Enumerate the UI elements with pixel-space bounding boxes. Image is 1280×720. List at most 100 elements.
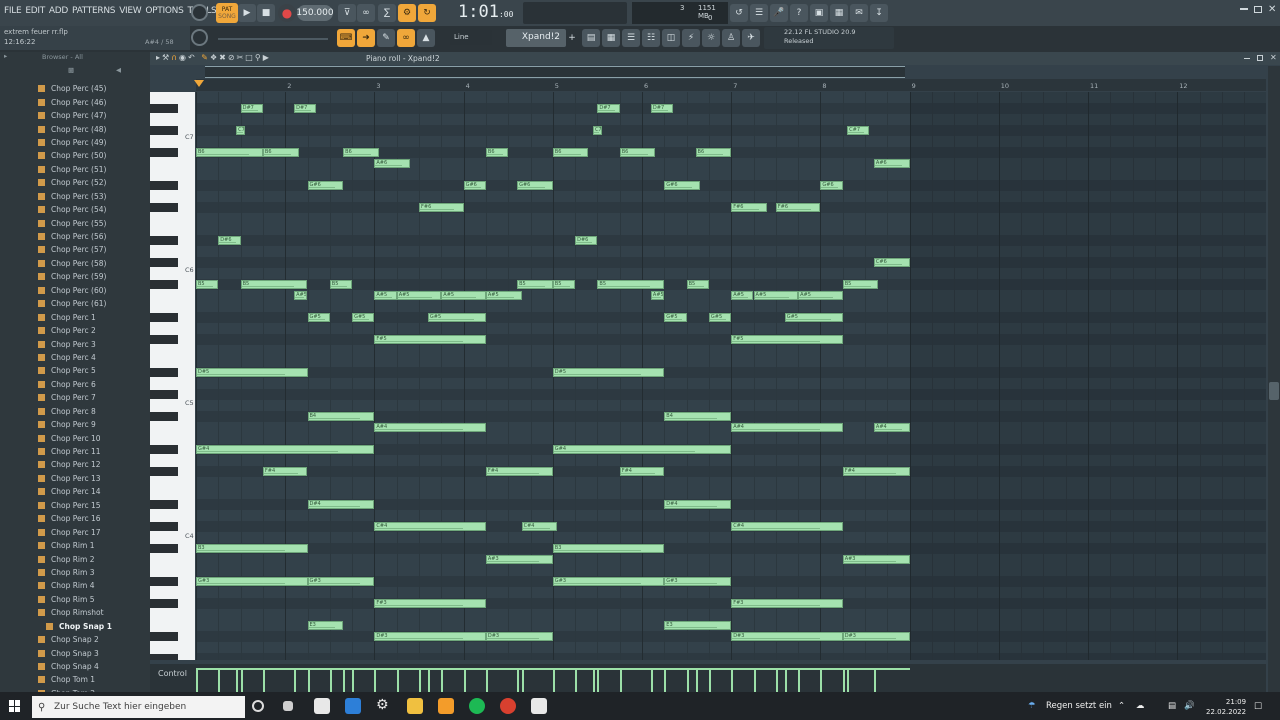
midi-note[interactable]: G#4 <box>196 445 375 454</box>
browser-item[interactable]: Chop Perc 5 <box>38 364 112 377</box>
browser-item[interactable]: Chop Perc 1 <box>38 310 112 323</box>
black-key[interactable] <box>150 577 178 586</box>
browser-item[interactable]: Chop Perc (46) <box>38 95 112 108</box>
black-key[interactable] <box>150 544 178 553</box>
wrench-icon[interactable]: ⚒ <box>162 53 171 62</box>
menu-item-patterns[interactable]: PATTERNS <box>72 6 115 16</box>
bar-number[interactable]: 4 <box>466 82 470 90</box>
browser-item[interactable]: Chop Perc 9 <box>38 418 112 431</box>
velocity-bar[interactable] <box>695 670 698 694</box>
microphone-button[interactable]: 🎤 <box>770 4 788 22</box>
tray-chevron-icon[interactable]: ⌃ <box>1118 701 1125 711</box>
wait-input-button[interactable]: ∞ <box>357 4 375 22</box>
midi-note[interactable]: A#3 <box>842 555 910 564</box>
snap-button[interactable]: ➜ <box>357 29 375 47</box>
speaker-icon[interactable]: ◀ <box>116 66 121 74</box>
bar-number[interactable]: 6 <box>644 82 648 90</box>
browser-item[interactable]: Chop Perc 7 <box>38 391 112 404</box>
midi-note[interactable]: B5 <box>686 280 709 289</box>
weather-text[interactable]: Regen setzt ein <box>1046 701 1112 711</box>
bar-number[interactable]: 2 <box>287 82 291 90</box>
velocity-bar[interactable] <box>374 670 377 694</box>
browser-item[interactable]: Chop Rim 1 <box>38 539 112 552</box>
browser-item[interactable]: Chop Perc (59) <box>38 270 112 283</box>
browser-title[interactable]: Browser - All <box>42 53 83 61</box>
midi-note[interactable]: A#5 <box>294 291 308 300</box>
browser-item[interactable]: Chop Snap 1 <box>46 620 112 633</box>
task-view-icon[interactable] <box>283 701 293 711</box>
velocity-bar[interactable] <box>196 670 198 694</box>
midi-note[interactable]: F#6 <box>419 203 464 212</box>
browser-item[interactable]: Chop Perc 12 <box>38 458 112 471</box>
midi-note[interactable]: D#3 <box>731 632 843 641</box>
midi-note[interactable]: D#6 <box>575 236 598 245</box>
midi-note[interactable]: B5 <box>196 280 219 289</box>
playhead-marker[interactable] <box>194 80 204 87</box>
browser-item[interactable]: Chop Perc (45) <box>38 82 112 95</box>
save-button[interactable]: ▣ <box>810 4 828 22</box>
bar-number[interactable]: 5 <box>555 82 559 90</box>
cortana-icon[interactable] <box>252 700 264 712</box>
velocity-bar[interactable] <box>592 670 595 694</box>
black-key[interactable] <box>150 148 178 157</box>
midi-note[interactable]: B3 <box>552 544 665 553</box>
midi-note[interactable]: A#5 <box>441 291 486 300</box>
black-key[interactable] <box>150 258 178 267</box>
midi-note[interactable]: B3 <box>196 544 308 553</box>
midi-note[interactable]: C#7 <box>847 126 870 135</box>
browser-item[interactable]: Chop Perc (58) <box>38 257 112 270</box>
black-key[interactable] <box>150 412 178 421</box>
midi-note[interactable]: A#4 <box>731 423 843 432</box>
browser-item[interactable]: Chop Snap 3 <box>38 646 112 659</box>
midi-note[interactable]: B6 <box>485 148 509 157</box>
black-key[interactable] <box>150 236 178 245</box>
mail-icon[interactable] <box>345 698 361 714</box>
velocity-bar[interactable] <box>485 670 488 694</box>
playback-tool-icon[interactable]: ▶ <box>263 53 271 62</box>
velocity-bar[interactable] <box>294 670 297 694</box>
piano-roll-button[interactable]: ▦ <box>602 29 620 47</box>
black-key[interactable] <box>150 522 178 531</box>
midi-note[interactable]: F#3 <box>731 599 843 608</box>
plugin-picker-button[interactable]: ⚡ <box>682 29 700 47</box>
midi-note[interactable]: B5 <box>517 280 553 289</box>
black-key[interactable] <box>150 104 178 113</box>
midi-note[interactable]: A#5 <box>798 291 843 300</box>
black-key[interactable] <box>150 313 178 322</box>
browser-item[interactable]: Chop Perc (49) <box>38 136 112 149</box>
midi-note[interactable]: F#4 <box>842 467 910 476</box>
typing-keyboard-button[interactable]: ⌨ <box>337 29 355 47</box>
midi-note[interactable]: A#4 <box>873 423 910 432</box>
spotify-icon[interactable] <box>469 698 485 714</box>
black-key[interactable] <box>150 654 178 660</box>
midi-note[interactable]: G#4 <box>552 445 732 454</box>
browser-item[interactable]: Chop Perc (53) <box>38 190 112 203</box>
midi-note[interactable]: A#4 <box>374 423 486 432</box>
notification-icon[interactable]: □ <box>1254 701 1262 711</box>
midi-note[interactable]: C#4 <box>731 522 843 531</box>
channel-rack-button[interactable]: ▦ <box>830 4 848 22</box>
midi-note[interactable]: F#6 <box>731 203 767 212</box>
midi-note[interactable]: G#5 <box>664 313 687 322</box>
network-icon[interactable]: ▤ <box>1168 701 1176 711</box>
browser-item[interactable]: Chop Rim 5 <box>38 593 112 606</box>
midi-note[interactable]: C#6 <box>873 258 910 267</box>
midi-note[interactable]: G#6 <box>664 181 700 190</box>
velocity-bar[interactable] <box>262 670 265 694</box>
black-key[interactable] <box>150 368 178 377</box>
window-minimize-button[interactable] <box>1240 8 1248 10</box>
play-button[interactable]: ▶ <box>238 4 256 22</box>
menu-item-edit[interactable]: EDIT <box>25 6 45 16</box>
midi-note[interactable]: B5 <box>552 280 576 289</box>
options-icon[interactable]: ▸ <box>4 52 7 60</box>
weather-umbrella-icon[interactable]: ☂ <box>1028 701 1036 711</box>
midi-note[interactable]: A#5 <box>374 291 397 300</box>
midi-note[interactable]: F#3 <box>374 599 486 608</box>
black-key[interactable] <box>150 632 178 641</box>
velocity-bar[interactable] <box>664 670 667 694</box>
undo-icon[interactable]: ↶ <box>188 53 197 62</box>
line-mode-select[interactable]: Line <box>450 30 492 45</box>
browser-item[interactable]: Chop Perc 16 <box>38 512 112 525</box>
browser-item[interactable]: Chop Perc (47) <box>38 109 112 122</box>
velocity-bar[interactable] <box>419 670 421 694</box>
